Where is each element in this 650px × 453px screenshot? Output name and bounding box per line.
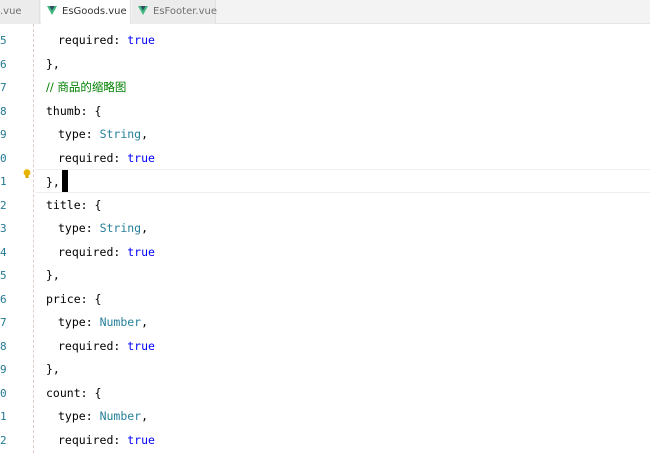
line-number: 5: [0, 269, 7, 282]
code-editor[interactable]: 5 6 7 8 9 0 1 2 3 4 5 6 7 8 9 0 1 2 requ…: [0, 24, 650, 453]
text-cursor: [61, 170, 68, 192]
code-line: required: true: [58, 244, 155, 259]
code-line: count: {: [46, 385, 102, 400]
line-number: 7: [0, 316, 7, 329]
line-number: 4: [0, 245, 7, 259]
tab-label: EsGoods.vue: [62, 6, 127, 17]
code-line: required: true: [58, 33, 155, 47]
line-number: 9: [0, 128, 7, 141]
code-comment-line: // 商品的缩略图: [46, 80, 127, 94]
code-line: type: String,: [58, 127, 149, 141]
tab-label: .vue: [0, 6, 22, 17]
tab-previous-vue-file[interactable]: .vue: [0, 0, 40, 24]
code-line: },: [46, 56, 60, 71]
tab-esgoods-vue[interactable]: EsGoods.vue: [41, 0, 140, 24]
line-number: 6: [0, 57, 7, 71]
editor-tab-bar: .vue EsGoods.vue EsFooter.vue: [0, 0, 650, 24]
line-number: 1: [0, 410, 7, 423]
tab-label: EsFooter.vue: [153, 6, 218, 17]
tab-esfooter-vue[interactable]: EsFooter.vue: [132, 0, 218, 24]
current-code-line[interactable]: },: [36, 169, 650, 193]
line-number: 8: [0, 104, 7, 118]
code-line: type: String,: [58, 221, 149, 235]
line-number: 5: [0, 34, 7, 47]
lightbulb-icon[interactable]: [23, 169, 31, 179]
code-line: },: [46, 362, 60, 376]
line-number: 9: [0, 363, 7, 376]
code-line: type: Number,: [58, 409, 149, 423]
line-number: 7: [0, 81, 7, 94]
code-line: },: [46, 268, 60, 282]
line-number: 6: [0, 292, 7, 306]
code-line: required: true: [58, 338, 155, 353]
code-line: title: {: [46, 197, 102, 212]
line-number: 2: [0, 198, 7, 212]
code-line: type: Number,: [58, 315, 149, 329]
line-number: 8: [0, 339, 7, 353]
vue-file-icon: [47, 6, 57, 15]
line-number: 0: [0, 386, 7, 400]
code-line: required: true: [58, 432, 155, 447]
line-number: 2: [0, 433, 7, 447]
code-line: thumb: {: [46, 103, 102, 118]
code-line: price: {: [46, 291, 102, 306]
code-line: required: true: [58, 150, 155, 165]
indent-guide: [33, 24, 34, 453]
line-number: 0: [0, 151, 7, 165]
line-number: 1: [0, 175, 7, 188]
vue-file-icon: [138, 6, 148, 15]
line-number: 3: [0, 222, 7, 235]
